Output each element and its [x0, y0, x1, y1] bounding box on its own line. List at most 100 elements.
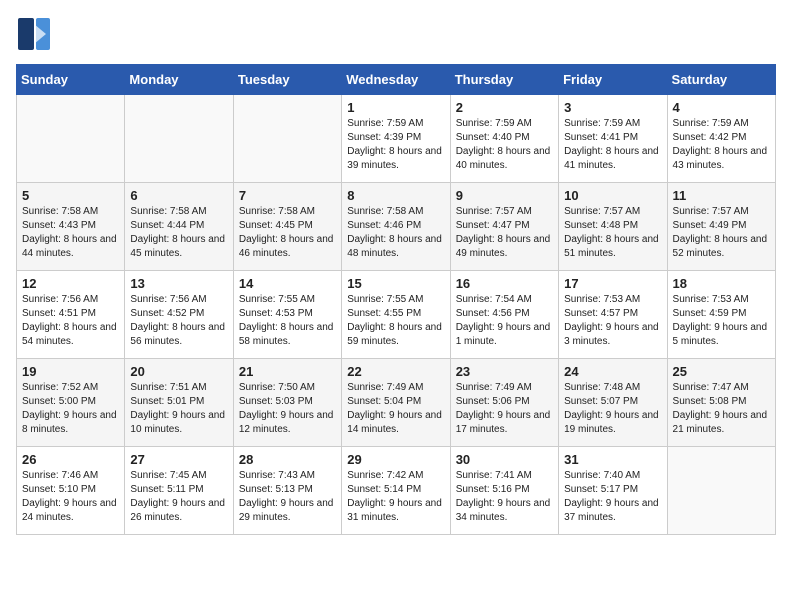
- calendar-week-row: 26 Sunrise: 7:46 AM Sunset: 5:10 PM Dayli…: [17, 447, 776, 535]
- calendar-day-cell: 19 Sunrise: 7:52 AM Sunset: 5:00 PM Dayli…: [17, 359, 125, 447]
- calendar-day-cell: 9Sunrise: 7:57 AM Sunset: 4:47 PM Daylig…: [450, 183, 558, 271]
- calendar-day-cell: [17, 95, 125, 183]
- calendar-day-cell: 5Sunrise: 7:58 AM Sunset: 4:43 PM Daylig…: [17, 183, 125, 271]
- calendar-day-cell: 16 Sunrise: 7:54 AM Sunset: 4:56 PM Dayli…: [450, 271, 558, 359]
- day-number: 22: [347, 364, 444, 379]
- weekday-header: Monday: [125, 65, 233, 95]
- weekday-header: Tuesday: [233, 65, 341, 95]
- day-info: Sunrise: 7:58 AM Sunset: 4:45 PM Dayligh…: [239, 205, 336, 261]
- day-number: 14: [239, 276, 336, 291]
- day-number: 2: [456, 100, 553, 115]
- day-info: Sunrise: 7:49 AM Sunset: 5:04 PM Dayligh…: [347, 381, 444, 437]
- calendar-day-cell: 24 Sunrise: 7:48 AM Sunset: 5:07 PM Dayli…: [559, 359, 667, 447]
- day-number: 26: [22, 452, 119, 467]
- day-info: Sunrise: 7:55 AM Sunset: 4:53 PM Dayligh…: [239, 293, 336, 349]
- day-number: 8: [347, 188, 444, 203]
- day-info: Sunrise: 7:47 AM Sunset: 5:08 PM Dayligh…: [673, 381, 770, 437]
- day-number: 30: [456, 452, 553, 467]
- day-info: Sunrise: 7:53 AM Sunset: 4:59 PM Dayligh…: [673, 293, 770, 349]
- day-info: Sunrise: 7:56 AM Sunset: 4:52 PM Dayligh…: [130, 293, 227, 349]
- calendar-week-row: 12Sunrise: 7:56 AM Sunset: 4:51 PM Dayli…: [17, 271, 776, 359]
- weekday-header: Friday: [559, 65, 667, 95]
- calendar-week-row: 1Sunrise: 7:59 AM Sunset: 4:39 PM Daylig…: [17, 95, 776, 183]
- day-info: Sunrise: 7:48 AM Sunset: 5:07 PM Dayligh…: [564, 381, 661, 437]
- day-number: 7: [239, 188, 336, 203]
- calendar-day-cell: 22 Sunrise: 7:49 AM Sunset: 5:04 PM Dayli…: [342, 359, 450, 447]
- day-number: 3: [564, 100, 661, 115]
- day-info: Sunrise: 7:57 AM Sunset: 4:49 PM Dayligh…: [673, 205, 770, 261]
- day-number: 24: [564, 364, 661, 379]
- day-number: 17: [564, 276, 661, 291]
- calendar-day-cell: 28 Sunrise: 7:43 AM Sunset: 5:13 PM Dayli…: [233, 447, 341, 535]
- calendar-day-cell: 2 Sunrise: 7:59 AM Sunset: 4:40 PM Daylig…: [450, 95, 558, 183]
- day-number: 13: [130, 276, 227, 291]
- calendar-week-row: 19 Sunrise: 7:52 AM Sunset: 5:00 PM Dayli…: [17, 359, 776, 447]
- day-info: Sunrise: 7:57 AM Sunset: 4:48 PM Dayligh…: [564, 205, 661, 261]
- day-number: 10: [564, 188, 661, 203]
- day-number: 18: [673, 276, 770, 291]
- calendar-day-cell: 4 Sunrise: 7:59 AM Sunset: 4:42 PM Daylig…: [667, 95, 775, 183]
- day-info: Sunrise: 7:43 AM Sunset: 5:13 PM Dayligh…: [239, 469, 336, 525]
- day-info: Sunrise: 7:50 AM Sunset: 5:03 PM Dayligh…: [239, 381, 336, 437]
- day-info: Sunrise: 7:59 AM Sunset: 4:42 PM Dayligh…: [673, 117, 770, 173]
- day-number: 20: [130, 364, 227, 379]
- day-info: Sunrise: 7:52 AM Sunset: 5:00 PM Dayligh…: [22, 381, 119, 437]
- day-number: 21: [239, 364, 336, 379]
- logo: [16, 16, 58, 52]
- day-number: 28: [239, 452, 336, 467]
- day-info: Sunrise: 7:42 AM Sunset: 5:14 PM Dayligh…: [347, 469, 444, 525]
- calendar-day-cell: 11Sunrise: 7:57 AM Sunset: 4:49 PM Dayli…: [667, 183, 775, 271]
- weekday-header: Sunday: [17, 65, 125, 95]
- day-number: 23: [456, 364, 553, 379]
- day-info: Sunrise: 7:56 AM Sunset: 4:51 PM Dayligh…: [22, 293, 119, 349]
- calendar-day-cell: 7 Sunrise: 7:58 AM Sunset: 4:45 PM Daylig…: [233, 183, 341, 271]
- calendar-day-cell: 30 Sunrise: 7:41 AM Sunset: 5:16 PM Dayli…: [450, 447, 558, 535]
- calendar-week-row: 5Sunrise: 7:58 AM Sunset: 4:43 PM Daylig…: [17, 183, 776, 271]
- calendar-day-cell: 23Sunrise: 7:49 AM Sunset: 5:06 PM Dayli…: [450, 359, 558, 447]
- calendar-header-row: SundayMondayTuesdayWednesdayThursdayFrid…: [17, 65, 776, 95]
- calendar-day-cell: 10 Sunrise: 7:57 AM Sunset: 4:48 PM Dayli…: [559, 183, 667, 271]
- day-info: Sunrise: 7:58 AM Sunset: 4:46 PM Dayligh…: [347, 205, 444, 261]
- calendar-day-cell: 27 Sunrise: 7:45 AM Sunset: 5:11 PM Dayli…: [125, 447, 233, 535]
- calendar-table: SundayMondayTuesdayWednesdayThursdayFrid…: [16, 64, 776, 535]
- day-info: Sunrise: 7:51 AM Sunset: 5:01 PM Dayligh…: [130, 381, 227, 437]
- day-info: Sunrise: 7:55 AM Sunset: 4:55 PM Dayligh…: [347, 293, 444, 349]
- weekday-header: Wednesday: [342, 65, 450, 95]
- day-info: Sunrise: 7:41 AM Sunset: 5:16 PM Dayligh…: [456, 469, 553, 525]
- day-number: 6: [130, 188, 227, 203]
- day-number: 5: [22, 188, 119, 203]
- day-number: 1: [347, 100, 444, 115]
- day-number: 25: [673, 364, 770, 379]
- day-number: 16: [456, 276, 553, 291]
- calendar-day-cell: 8 Sunrise: 7:58 AM Sunset: 4:46 PM Daylig…: [342, 183, 450, 271]
- day-number: 19: [22, 364, 119, 379]
- calendar-day-cell: [233, 95, 341, 183]
- day-info: Sunrise: 7:46 AM Sunset: 5:10 PM Dayligh…: [22, 469, 119, 525]
- day-number: 4: [673, 100, 770, 115]
- day-info: Sunrise: 7:53 AM Sunset: 4:57 PM Dayligh…: [564, 293, 661, 349]
- calendar-day-cell: 26 Sunrise: 7:46 AM Sunset: 5:10 PM Dayli…: [17, 447, 125, 535]
- day-info: Sunrise: 7:59 AM Sunset: 4:41 PM Dayligh…: [564, 117, 661, 173]
- calendar-day-cell: 20 Sunrise: 7:51 AM Sunset: 5:01 PM Dayli…: [125, 359, 233, 447]
- calendar-day-cell: 6 Sunrise: 7:58 AM Sunset: 4:44 PM Daylig…: [125, 183, 233, 271]
- calendar-day-cell: 25 Sunrise: 7:47 AM Sunset: 5:08 PM Dayli…: [667, 359, 775, 447]
- day-number: 29: [347, 452, 444, 467]
- day-info: Sunrise: 7:54 AM Sunset: 4:56 PM Dayligh…: [456, 293, 553, 349]
- weekday-header: Saturday: [667, 65, 775, 95]
- day-info: Sunrise: 7:59 AM Sunset: 4:40 PM Dayligh…: [456, 117, 553, 173]
- calendar-day-cell: [125, 95, 233, 183]
- calendar-day-cell: 31Sunrise: 7:40 AM Sunset: 5:17 PM Dayli…: [559, 447, 667, 535]
- logo-icon: [16, 16, 52, 52]
- calendar-day-cell: [667, 447, 775, 535]
- day-info: Sunrise: 7:58 AM Sunset: 4:44 PM Dayligh…: [130, 205, 227, 261]
- calendar-day-cell: 14 Sunrise: 7:55 AM Sunset: 4:53 PM Dayli…: [233, 271, 341, 359]
- calendar-day-cell: 12Sunrise: 7:56 AM Sunset: 4:51 PM Dayli…: [17, 271, 125, 359]
- day-number: 31: [564, 452, 661, 467]
- calendar-day-cell: 29 Sunrise: 7:42 AM Sunset: 5:14 PM Dayli…: [342, 447, 450, 535]
- day-number: 15: [347, 276, 444, 291]
- calendar-day-cell: 1Sunrise: 7:59 AM Sunset: 4:39 PM Daylig…: [342, 95, 450, 183]
- day-info: Sunrise: 7:45 AM Sunset: 5:11 PM Dayligh…: [130, 469, 227, 525]
- page-header: [16, 16, 776, 52]
- day-number: 27: [130, 452, 227, 467]
- calendar-day-cell: 3 Sunrise: 7:59 AM Sunset: 4:41 PM Daylig…: [559, 95, 667, 183]
